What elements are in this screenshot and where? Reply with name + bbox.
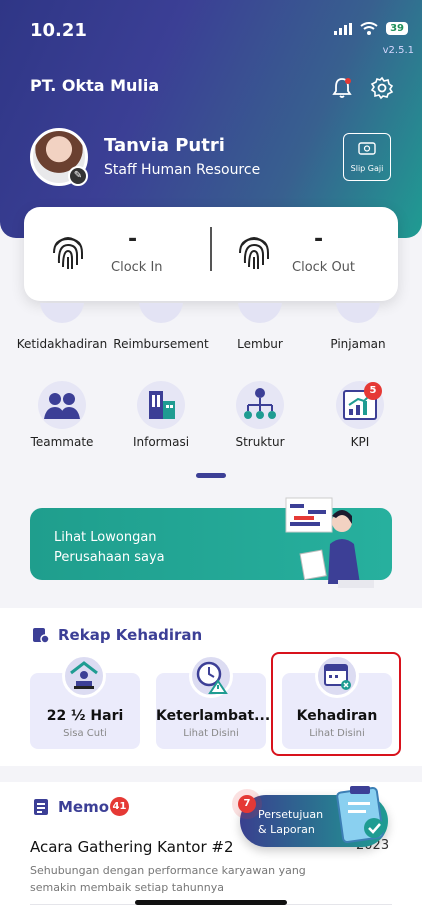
company-name: PT. Okta Mulia	[30, 76, 160, 95]
leave-value: 22 ½ Hari	[46, 708, 124, 724]
page-indicator	[196, 473, 226, 478]
memo-item-title[interactable]: Acara Gathering Kantor #2	[30, 838, 234, 856]
clock-out-value: -	[314, 227, 324, 252]
app-version: v2.5.1	[382, 45, 414, 56]
memo-title: Memo	[58, 798, 110, 816]
banner-text: Lihat Lowongan Perusahaan saya	[54, 528, 165, 568]
overtime-icon[interactable]	[238, 303, 282, 327]
information-building-icon[interactable]	[137, 381, 185, 429]
edit-pencil-icon[interactable]: ✎	[68, 166, 88, 186]
lateness-value: Keterlambat...	[156, 708, 271, 724]
highlight-box	[271, 652, 401, 756]
kpi-badge: 5	[364, 382, 382, 400]
teammate-icon[interactable]	[38, 381, 86, 429]
structure-org-icon[interactable]	[236, 381, 284, 429]
approval-badge: 7	[238, 795, 256, 813]
fab-line2: & Laporan	[258, 823, 315, 836]
fingerprint-clock-in-icon[interactable]	[50, 231, 86, 271]
menu-pinjaman[interactable]: Pinjaman	[308, 337, 408, 351]
lateness-sub: Lihat Disini	[183, 728, 239, 739]
leave-sub: Sisa Cuti	[63, 728, 107, 739]
clock-out-label: Clock Out	[292, 260, 356, 275]
payslip-icon	[358, 142, 376, 155]
lateness-clock-icon	[189, 654, 233, 698]
memo-icon	[34, 799, 48, 815]
reimbursement-icon[interactable]	[139, 303, 183, 327]
clipboard-check-icon	[336, 786, 384, 844]
memo-item-body: Sehubungan dengan performance karyawan y…	[30, 864, 306, 894]
wifi-icon	[360, 22, 378, 35]
menu-informasi[interactable]: Informasi	[111, 435, 211, 449]
clock-in-label: Clock In	[111, 260, 163, 275]
loan-icon[interactable]	[336, 303, 380, 327]
clock-card: - Clock In - Clock Out	[24, 207, 398, 301]
notification-bell-icon[interactable]	[330, 76, 354, 100]
status-bar: 10.21 39 v2.5.1	[0, 0, 422, 60]
menu-reimbursement[interactable]: Reimbursement	[111, 337, 211, 351]
battery-indicator: 39	[386, 22, 408, 35]
menu-kpi[interactable]: KPI	[310, 435, 410, 449]
rekap-title: Rekap Kehadiran	[58, 626, 203, 644]
memo-badge: 41	[110, 797, 129, 816]
menu-teammate[interactable]: Teammate	[12, 435, 112, 449]
menu-lembur[interactable]: Lembur	[210, 337, 310, 351]
menu-struktur[interactable]: Struktur	[210, 435, 310, 449]
menu-ketidakhadiran[interactable]: Ketidakhadiran	[12, 337, 112, 351]
banner-line2: Perusahaan saya	[54, 550, 165, 565]
status-time: 10.21	[30, 20, 87, 41]
clock-in-value: -	[128, 227, 138, 252]
attendance-recap-icon	[33, 628, 50, 644]
fab-text: Persetujuan & Laporan	[258, 807, 323, 837]
clock-divider	[210, 227, 212, 271]
leave-person-icon	[62, 654, 106, 698]
banner-line1: Lihat Lowongan	[54, 530, 157, 545]
fab-line1: Persetujuan	[258, 808, 324, 821]
user-name: Tanvia Putri	[104, 135, 225, 156]
slip-gaji-button[interactable]: Slip Gaji	[343, 133, 391, 181]
fingerprint-clock-out-icon[interactable]	[236, 231, 272, 271]
status-icons: 39	[334, 22, 408, 35]
slip-gaji-label: Slip Gaji	[350, 164, 384, 173]
signal-icon	[334, 22, 353, 35]
home-indicator	[135, 900, 287, 905]
settings-gear-icon[interactable]	[370, 76, 394, 100]
banner-illustration	[285, 497, 374, 588]
absence-icon[interactable]	[40, 303, 84, 327]
user-role: Staff Human Resource	[104, 162, 261, 178]
